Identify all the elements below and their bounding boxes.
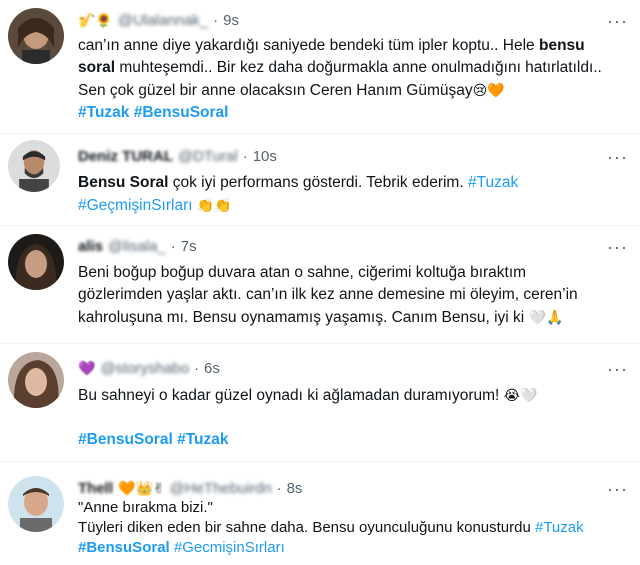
text-segment: Sen çok güzel bir anne olacaksın Ceren H… — [78, 82, 473, 99]
avatar[interactable] — [8, 8, 64, 64]
more-options-icon[interactable]: ··· — [607, 480, 628, 498]
tweet-5[interactable]: Thell 🧡👑✌ @HeThebuirdn · 8s ··· "Anne bı… — [0, 462, 640, 565]
avatar-image — [8, 476, 64, 532]
text-line: Beni boğup boğup duvara atan o sahne, ci… — [78, 264, 527, 281]
tweet-1[interactable]: 🎷🌻 @Ulalannak_ · 9s ··· can’ın anne diye… — [0, 0, 640, 134]
display-name[interactable]: alis — [78, 238, 103, 255]
tweet-header: 💜 @storyshabo · 6s — [78, 358, 220, 378]
hashtag-link[interactable]: #BensuSoral — [78, 431, 173, 448]
avatar-image — [8, 234, 64, 290]
timestamp[interactable]: 6s — [204, 360, 220, 377]
more-options-icon[interactable]: ··· — [607, 360, 628, 378]
more-options-icon[interactable]: ··· — [607, 148, 628, 166]
tweet-header: 🎷🌻 @Ulalannak_ · 9s — [78, 10, 239, 30]
emoji: 🤍🙏 — [528, 309, 564, 325]
avatar-image — [8, 8, 64, 64]
tweet-header: Thell 🧡👑✌ @HeThebuirdn · 8s — [78, 478, 302, 498]
tweet-text: "Anne bırakma bizi." Tüyleri diken eden … — [78, 498, 634, 558]
tweet-text: Bu sahneyi o kadar güzel oynadı ki ağlam… — [78, 384, 634, 451]
user-handle[interactable]: @lisala_ — [108, 238, 166, 255]
text-segment: Bu sahneyi o kadar güzel oynadı ki ağlam… — [78, 387, 504, 404]
separator: · — [276, 479, 282, 497]
display-name[interactable]: Deniz TURAL — [78, 148, 173, 165]
hashtag-link[interactable]: #Tuzak — [78, 104, 129, 121]
separator: · — [242, 147, 248, 165]
display-name[interactable]: 💜 — [78, 360, 95, 377]
avatar[interactable] — [8, 352, 64, 408]
clap-emoji: 👏👏 — [196, 197, 232, 213]
text-segment: can’ın anne diye yakardığı saniyede bend… — [78, 37, 539, 54]
more-options-icon[interactable]: ··· — [607, 12, 628, 30]
tweet-text: can’ın anne diye yakardığı saniyede bend… — [78, 35, 634, 124]
tweet-header: alis @lisala_ · 7s — [78, 236, 197, 256]
hashtag-link[interactable]: #Tuzak — [177, 431, 228, 448]
hashtag-link[interactable]: #BensuSoral — [78, 539, 170, 556]
tweet-text: Beni boğup boğup duvara atan o sahne, ci… — [78, 262, 634, 329]
tweet-header: Deniz TURAL @DTural · 10s — [78, 146, 277, 166]
quote-line: "Anne bırakma bizi." — [78, 499, 213, 516]
tweet-4[interactable]: 💜 @storyshabo · 6s ··· Bu sahneyi o kada… — [0, 344, 640, 462]
tweet-text: Bensu Soral çok iyi performans gösterdi.… — [78, 172, 634, 217]
emoji: 😢🧡 — [472, 82, 505, 98]
hashtag-link[interactable]: #BensuSoral — [134, 104, 229, 121]
tweet-3[interactable]: alis @lisala_ · 7s ··· Beni boğup boğup … — [0, 226, 640, 344]
text-line: gözlerimden yaşlar aktı. can’ın ilk kez … — [78, 286, 578, 303]
hashtag-link[interactable]: #Tuzak — [468, 174, 518, 191]
user-handle[interactable]: @Ulalannak_ — [118, 12, 208, 29]
emoji: 😭🤍 — [503, 387, 538, 403]
tweet-2[interactable]: Deniz TURAL @DTural · 10s ··· Bensu Sora… — [0, 134, 640, 226]
text-segment: kahroluşuna mı. Bensu oynamamış yaşamış.… — [78, 309, 529, 326]
timestamp[interactable]: 9s — [223, 12, 239, 29]
text-segment: çok iyi performans gösterdi. Tebrik eder… — [168, 174, 468, 191]
timestamp[interactable]: 10s — [253, 148, 277, 165]
hashtag-link[interactable]: #Tuzak — [535, 519, 584, 536]
display-name[interactable]: 🎷🌻 — [78, 12, 113, 29]
timestamp[interactable]: 8s — [287, 480, 303, 497]
hashtag-link[interactable]: #GecmişinSırları — [174, 539, 285, 556]
mention-bold: Bensu Soral — [78, 174, 169, 191]
display-name[interactable]: Thell — [78, 480, 113, 497]
avatar[interactable] — [8, 476, 64, 532]
tweet-feed: 🎷🌻 @Ulalannak_ · 9s ··· can’ın anne diye… — [0, 0, 640, 565]
separator: · — [213, 11, 219, 29]
name-emoji: 🧡👑✌ — [118, 479, 165, 496]
mention-bold: bensu — [538, 37, 585, 54]
avatar-image — [8, 352, 64, 408]
avatar[interactable] — [8, 234, 64, 290]
more-options-icon[interactable]: ··· — [607, 238, 628, 256]
user-handle[interactable]: @storyshabo — [100, 360, 189, 377]
text-segment: muhteşemdi.. Bir kez daha doğurmakla ann… — [115, 59, 602, 76]
text-segment: Tüyleri diken eden bir sahne daha. Bensu… — [78, 519, 535, 536]
separator: · — [194, 359, 200, 377]
hashtag-link[interactable]: #GeçmişinSırları — [78, 197, 193, 214]
avatar-image — [8, 140, 60, 192]
user-handle[interactable]: @HeThebuirdn — [170, 480, 272, 497]
mention-bold: soral — [78, 59, 116, 76]
timestamp[interactable]: 7s — [181, 238, 197, 255]
avatar[interactable] — [8, 140, 60, 192]
user-handle[interactable]: @DTural — [178, 148, 238, 165]
separator: · — [170, 237, 176, 255]
